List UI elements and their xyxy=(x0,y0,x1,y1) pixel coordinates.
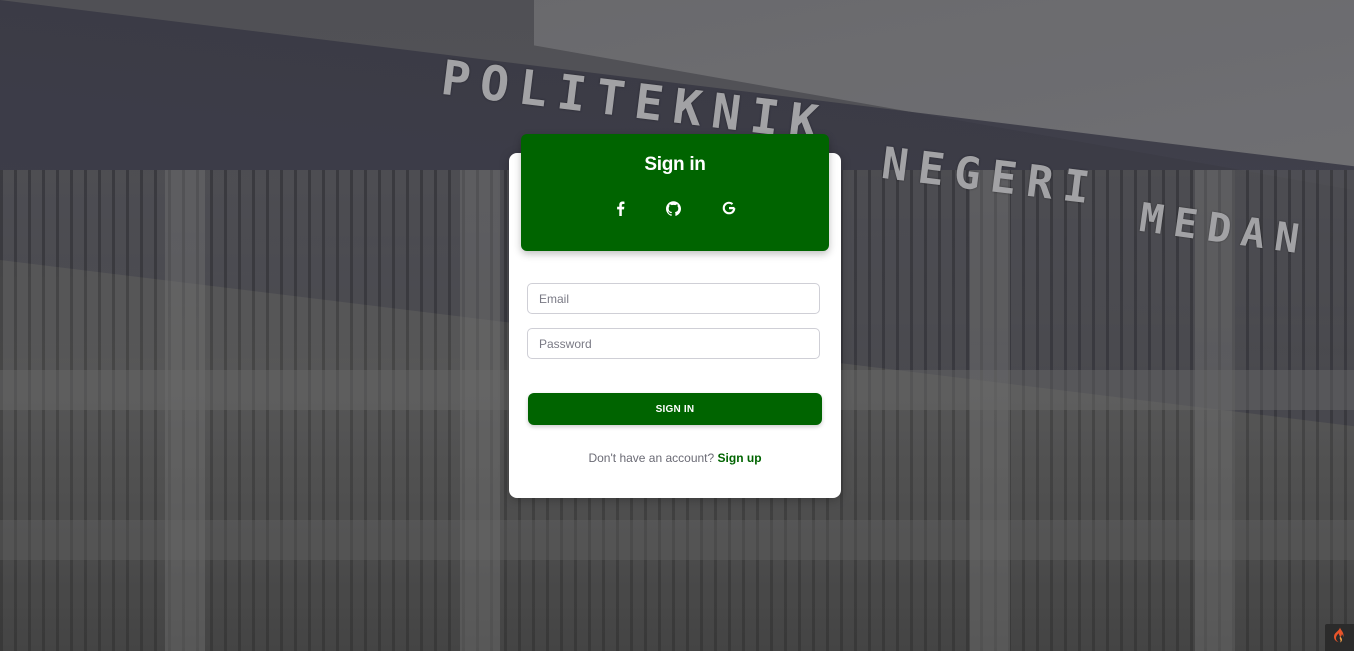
signup-prompt: Don't have an account? Sign up xyxy=(509,451,841,465)
flame-icon xyxy=(1333,627,1347,648)
github-login-button[interactable] xyxy=(661,196,685,220)
password-field[interactable] xyxy=(527,328,820,359)
signin-title: Sign in xyxy=(644,154,706,175)
social-login-row xyxy=(521,196,829,220)
signup-prompt-text: Don't have an account? xyxy=(588,451,715,465)
signin-card-header: Sign in xyxy=(521,134,829,251)
sign-in-button[interactable]: SIGN IN xyxy=(528,393,822,425)
facebook-login-button[interactable] xyxy=(608,196,632,220)
google-icon xyxy=(722,201,736,215)
email-field[interactable] xyxy=(527,283,820,314)
google-login-button[interactable] xyxy=(717,196,741,220)
sign-up-link[interactable]: Sign up xyxy=(718,451,762,465)
facebook-icon xyxy=(616,201,625,216)
github-icon xyxy=(665,200,681,216)
debug-toolbar-button[interactable] xyxy=(1325,624,1354,651)
